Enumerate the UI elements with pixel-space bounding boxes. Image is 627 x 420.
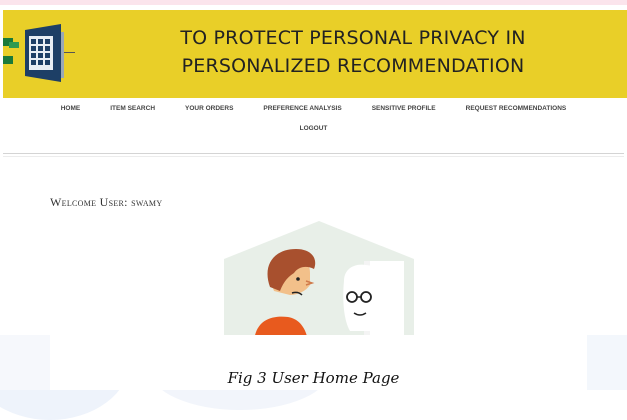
header-banner: TO PROTECT PERSONAL PRIVACY IN PERSONALI…: [3, 10, 627, 98]
nav-request-recommendations[interactable]: REQUEST RECOMMENDATIONS: [466, 105, 567, 112]
nav-sensitive-profile[interactable]: SENSITIVE PROFILE: [372, 105, 436, 112]
welcome-username: swamy: [131, 195, 163, 209]
welcome-message: Welcome User: swamy: [50, 195, 162, 210]
app-screenshot: TO PROTECT PERSONAL PRIVACY IN PERSONALI…: [0, 5, 627, 335]
nav-preference-analysis[interactable]: PREFERENCE ANALYSIS: [263, 105, 341, 112]
figure-caption: Fig 3 User Home Page: [227, 369, 400, 387]
divider: [3, 156, 624, 157]
figure-page: TO PROTECT PERSONAL PRIVACY IN PERSONALI…: [0, 0, 627, 420]
welcome-label: Welcome User:: [50, 195, 128, 209]
nav-row: LOGOUT: [0, 125, 627, 132]
nav-item-search[interactable]: ITEM SEARCH: [110, 105, 155, 112]
nav-logout[interactable]: LOGOUT: [300, 125, 328, 132]
nav-your-orders[interactable]: YOUR ORDERS: [185, 105, 233, 112]
divider: [3, 153, 624, 154]
site-title: TO PROTECT PERSONAL PRIVACY IN PERSONALI…: [153, 24, 553, 80]
people-conversation-illustration: [224, 221, 414, 335]
keypad-door-icon: [3, 24, 75, 82]
site-title-line1: TO PROTECT PERSONAL PRIVACY IN: [180, 27, 526, 49]
main-nav: HOME ITEM SEARCH YOUR ORDERS PREFERENCE …: [0, 100, 627, 140]
site-title-line2: PERSONALIZED RECOMMENDATION: [181, 55, 525, 77]
nav-home[interactable]: HOME: [61, 105, 81, 112]
nav-row: HOME ITEM SEARCH YOUR ORDERS PREFERENCE …: [0, 105, 627, 112]
